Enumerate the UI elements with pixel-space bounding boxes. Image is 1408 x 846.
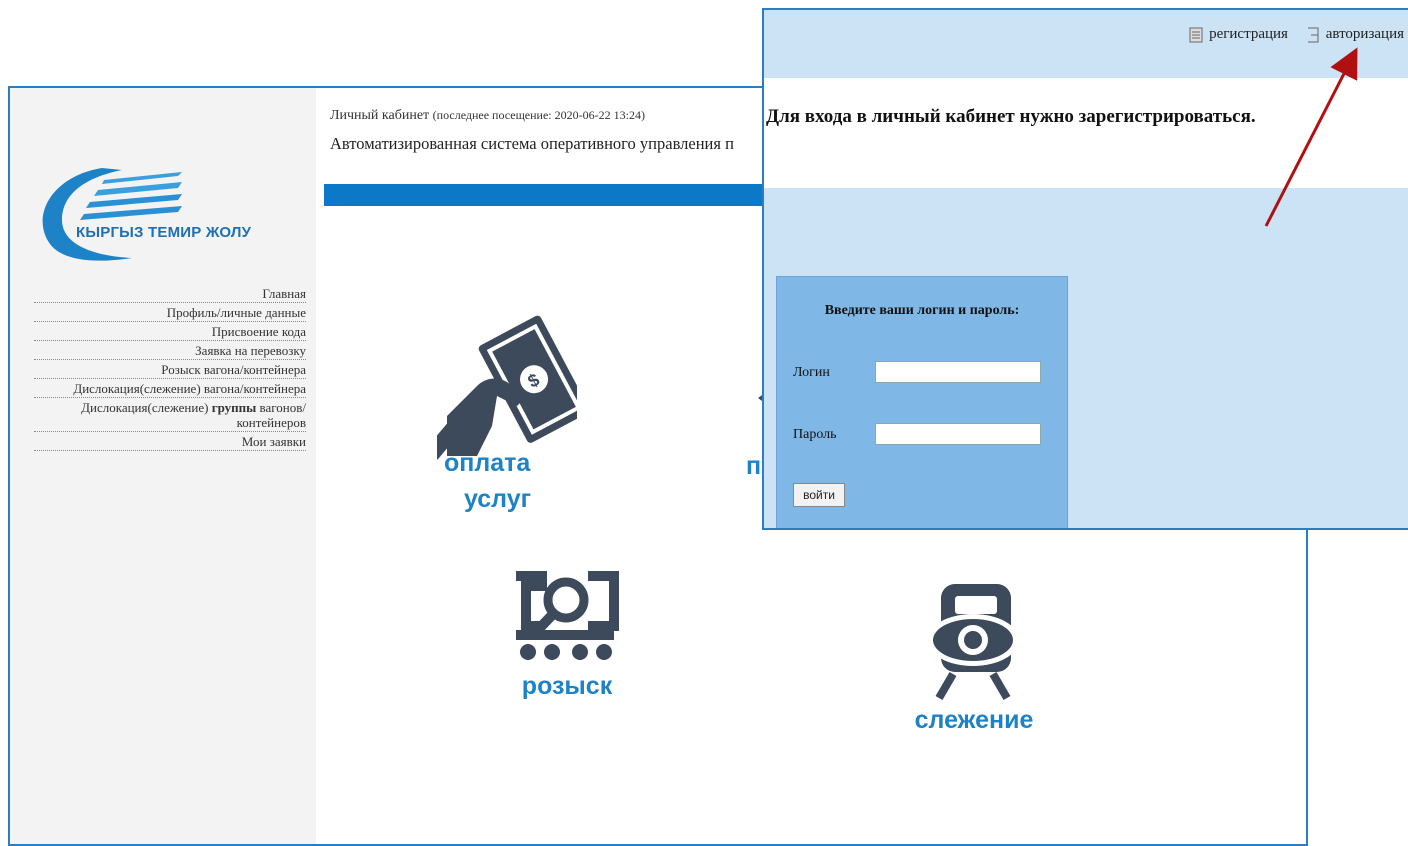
menu-item-wagon-search[interactable]: Розыск вагона/контейнера [34, 360, 306, 379]
register-link[interactable]: регистрация [1189, 26, 1288, 43]
system-title: Автоматизированная система оперативного … [330, 134, 734, 153]
cabinet-label: Личный кабинет [330, 108, 430, 123]
railway-logo-icon [42, 168, 182, 261]
logo[interactable]: КЫРГЫЗ ТЕМИР ЖОЛУ [32, 146, 251, 266]
login-link[interactable]: авторизация [1306, 26, 1404, 43]
tile-tracking-label: слежение [914, 706, 1034, 734]
last-visit: Личный кабинет (последнее посещение: 202… [330, 108, 645, 124]
header-bar [324, 184, 784, 206]
tile-search-label: розыск [521, 672, 613, 700]
menu-item-profile[interactable]: Профиль/личные данные [34, 303, 306, 322]
password-input[interactable] [875, 423, 1041, 445]
logo-text: КЫРГЫЗ ТЕМИР ЖОЛУ [76, 224, 252, 241]
login-panel: Введите ваши логин и пароль: Логин Парол… [776, 276, 1068, 528]
tile-search[interactable]: розыск [492, 566, 642, 701]
registration-window: регистрация авторизация Для входа в личн… [762, 8, 1408, 530]
tile-payment-line1: оплата [444, 449, 531, 477]
password-label: Пароль [793, 427, 837, 442]
login-title: Введите ваши логин и пароль: [824, 303, 1020, 318]
menu-item-wagon-dislocation[interactable]: Дислокация(слежение) вагона/контейнера [34, 379, 306, 398]
tile-partial-letter: п [746, 452, 762, 480]
login-input[interactable] [875, 361, 1041, 383]
menu-item-group-pre: Дислокация(слежение) [81, 400, 212, 415]
train-eye-icon [927, 584, 1019, 701]
menu-item-my-requests[interactable]: Мои заявки [34, 432, 306, 451]
login-button[interactable]: войти [793, 483, 845, 507]
tile-payment[interactable]: $ оплата услуг [422, 306, 592, 513]
menu-item-home[interactable]: Главная [34, 284, 306, 303]
document-icon [1189, 27, 1203, 42]
menu-item-code-assignment[interactable]: Присвоение кода [34, 322, 306, 341]
menu-item-transport-request[interactable]: Заявка на перевозку [34, 341, 306, 360]
menu-item-group-dislocation[interactable]: Дислокация(слежение) группы вагонов/ кон… [34, 398, 306, 432]
sign-in-icon [1307, 27, 1319, 42]
sidebar: КЫРГЫЗ ТЕМИР ЖОЛУ Главная Профиль/личные… [10, 88, 316, 844]
last-visit-value: (последнее посещение: 2020-06-22 13:24) [432, 108, 645, 122]
registration-notice: Для входа в личный кабинет нужно зарегис… [766, 106, 1256, 127]
overlay-header: регистрация авторизация [764, 10, 1408, 78]
login-label: Логин [793, 365, 830, 380]
tile-tracking[interactable]: слежение [894, 582, 1054, 735]
register-link-label: регистрация [1209, 26, 1288, 42]
login-link-label: авторизация [1325, 26, 1404, 42]
sidebar-menu: Главная Профиль/личные данные Присвоение… [34, 284, 306, 451]
tile-payment-line2: услуг [464, 485, 532, 513]
hand-money-icon: $ [425, 315, 590, 460]
top-links: регистрация авторизация [1175, 26, 1404, 48]
wagon-search-icon [516, 571, 619, 660]
menu-item-group-bold: группы [211, 400, 257, 415]
